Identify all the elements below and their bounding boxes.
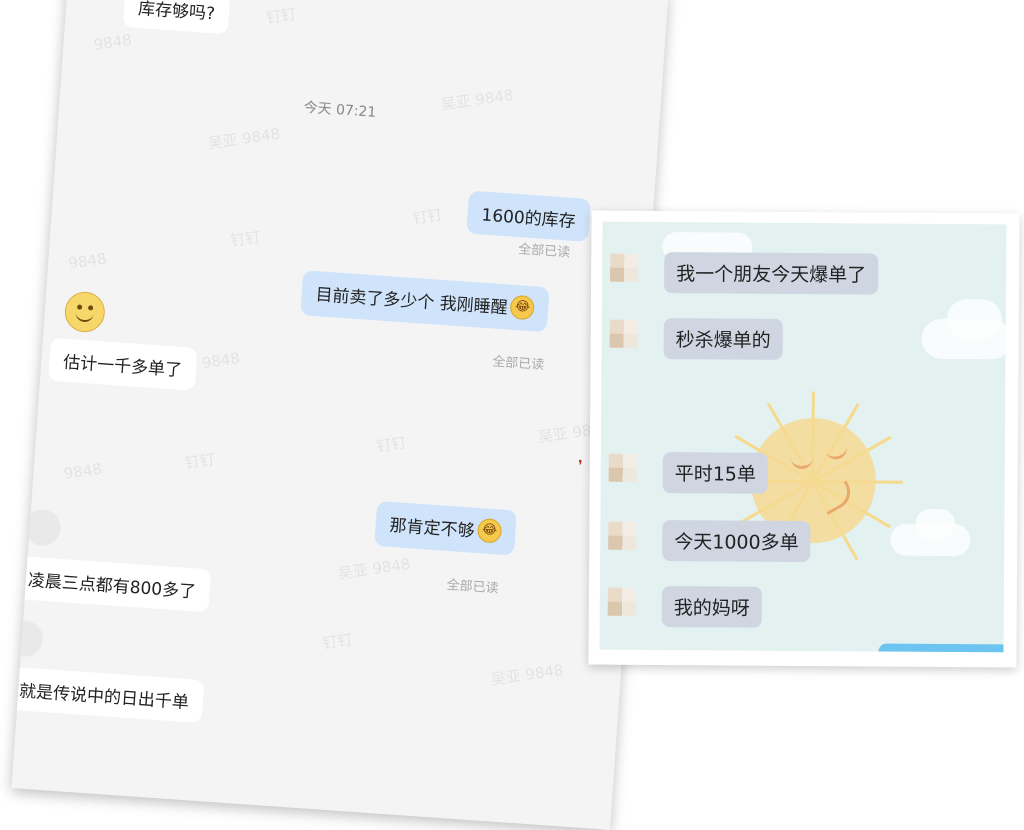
- cloud-icon: [915, 508, 956, 540]
- message-bubble-incoming: 今天1000多单: [662, 520, 811, 563]
- left-chat-screenshot: 钉钉 9848 吴亚 9848 吴亚 9848 钉钉 钉钉 9848 9848 …: [11, 0, 669, 830]
- watermark: 吴亚 9848: [336, 554, 412, 583]
- watermark: 钉钉: [375, 433, 408, 456]
- laughing-tears-emoji-icon: 😂: [509, 294, 536, 321]
- chat-background: 我一个朋友今天爆单了 秒杀爆单的 平时15单 今天1000多单 我的妈呀: [599, 221, 1007, 653]
- message-bubble-outgoing: 目前卖了多少个 我刚睡醒 😂: [300, 270, 551, 333]
- cloud-icon: [946, 298, 1002, 340]
- message-bubble-incoming: 估计一千多单了: [47, 337, 198, 391]
- watermark: 钉钉: [229, 228, 262, 251]
- watermark: 吴亚 9848: [489, 660, 565, 689]
- avatar: [11, 619, 45, 658]
- avatar: [608, 521, 637, 550]
- message-text: 那肯定不够: [388, 515, 476, 542]
- message-bubble-incoming: 凌晨三点都有800多了: [12, 555, 212, 613]
- outgoing-message-edge: [878, 643, 1004, 653]
- message-bubble-incoming: 这就是传说中的日出千单: [11, 665, 205, 724]
- message-text: 目前卖了多少个 我刚睡醒: [314, 285, 509, 319]
- right-chat-screenshot: 我一个朋友今天爆单了 秒杀爆单的 平时15单 今天1000多单 我的妈呀: [588, 210, 1020, 668]
- smiley-avatar-icon: [63, 290, 107, 334]
- watermark: 钉钉: [411, 205, 444, 228]
- watermark: 吴亚 9848: [206, 124, 282, 153]
- watermark: 9848: [67, 249, 108, 273]
- avatar: [608, 453, 637, 482]
- message-bubble-outgoing: 那肯定不够 😂: [374, 500, 518, 556]
- sun-illustration-icon: [603, 222, 1007, 561]
- red-mark-icon: ❜: [578, 458, 583, 474]
- message-bubble-outgoing: 1600的库存: [466, 190, 592, 242]
- message-bubble-incoming: 秒杀爆单的: [663, 318, 783, 360]
- watermark: 钉钉: [183, 450, 216, 473]
- read-status: 全部已读: [491, 354, 545, 374]
- avatar: [23, 508, 62, 547]
- message-bubble-incoming: 平时15单: [662, 452, 769, 494]
- message-bubble-incoming: 库存够吗?: [122, 0, 231, 35]
- watermark: 9848: [62, 459, 103, 483]
- laughing-tears-emoji-icon: 😂: [476, 517, 503, 544]
- message-bubble-incoming: 我一个朋友今天爆单了: [664, 252, 879, 295]
- watermark: 钉钉: [321, 630, 354, 653]
- read-status: 全部已读: [517, 242, 571, 261]
- avatar: [609, 319, 638, 348]
- watermark: 钉钉: [264, 4, 298, 27]
- watermark: 9848: [92, 30, 133, 54]
- avatar: [607, 587, 636, 616]
- read-status: 全部已读: [446, 577, 500, 597]
- watermark: 吴亚 9848: [439, 85, 515, 114]
- avatar: [610, 253, 639, 282]
- watermark: 9848: [200, 349, 242, 373]
- message-bubble-incoming: 我的妈呀: [661, 586, 762, 628]
- chat-timestamp: 今天 07:21: [303, 99, 377, 121]
